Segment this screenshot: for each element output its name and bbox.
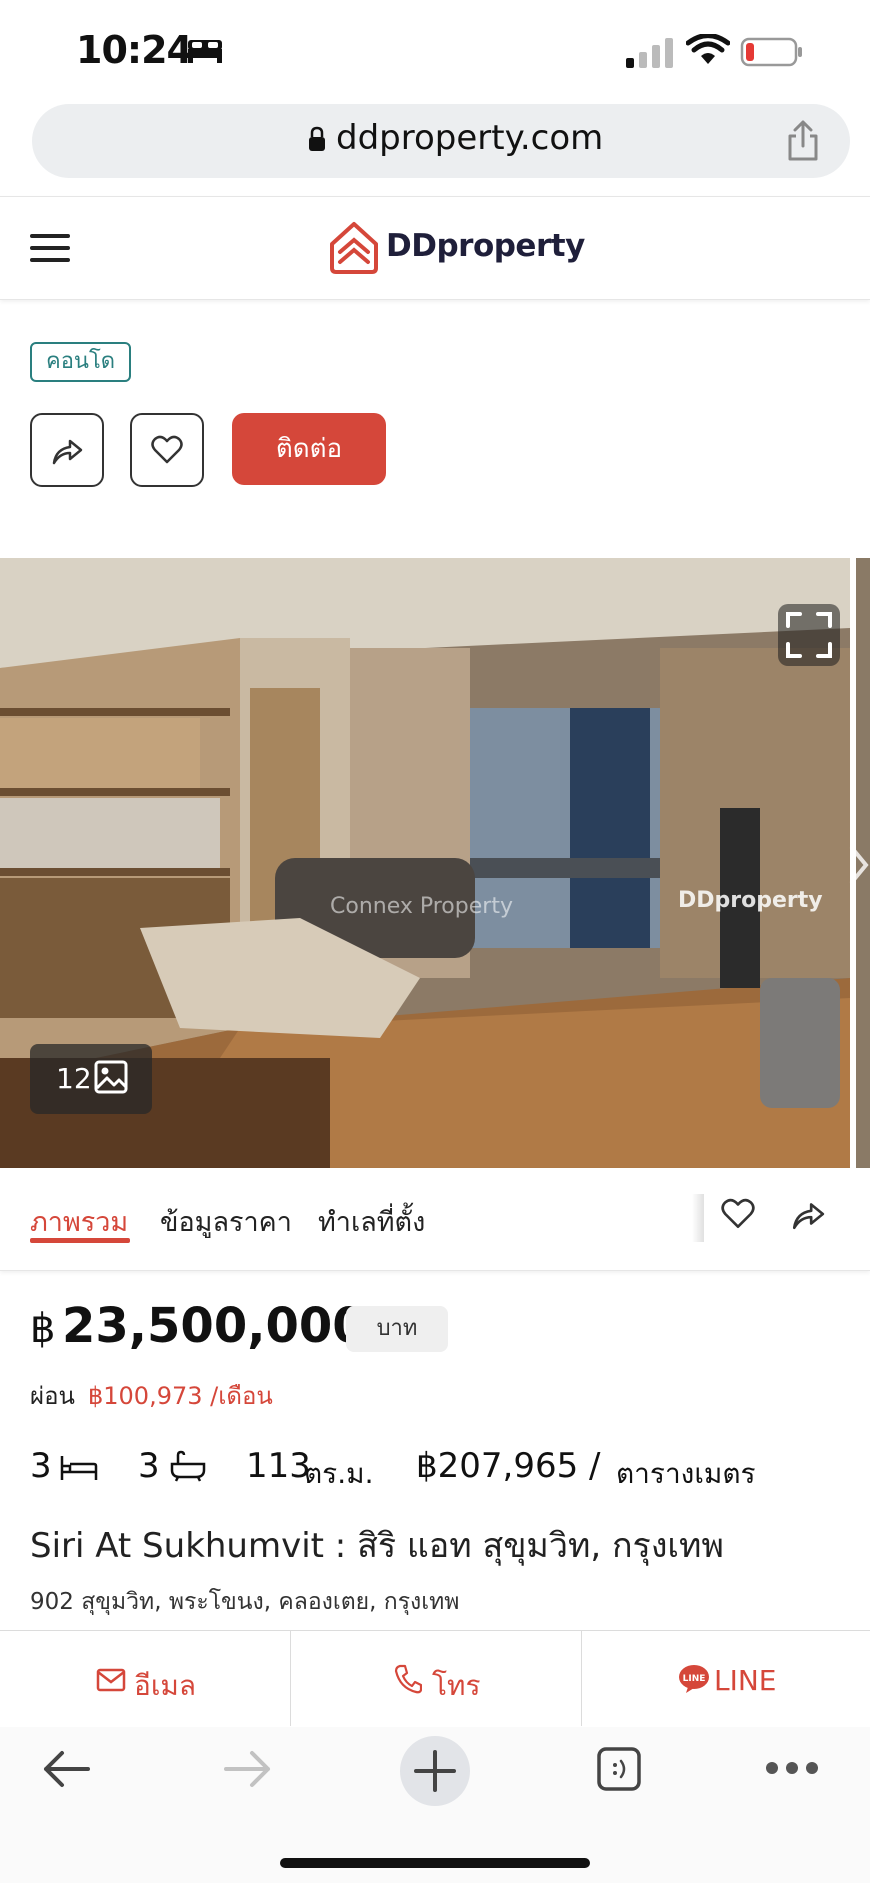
new-tab-button[interactable] — [400, 1736, 470, 1806]
more-icon[interactable] — [764, 1760, 820, 1776]
logo-icon[interactable] — [326, 220, 382, 276]
plus-icon — [414, 1750, 456, 1792]
line-icon[interactable]: LINE — [678, 1664, 710, 1694]
listing-address: 902 สุขุมวิท, พระโขนง, คลองเตย, กรุงเทพ — [30, 1589, 460, 1615]
installment-label: ผ่อน — [30, 1382, 75, 1410]
watermark-brand: DDproperty — [678, 888, 823, 913]
fullscreen-icon — [786, 612, 832, 658]
listing-price: 23,500,000 — [62, 1298, 366, 1354]
divider — [581, 1630, 582, 1726]
bath-icon — [170, 1450, 206, 1482]
tab-price-info[interactable]: ข้อมูลราคา — [160, 1200, 292, 1243]
tab-overview[interactable]: ภาพรวม — [30, 1200, 128, 1243]
divider — [290, 1630, 291, 1726]
gallery-icon — [94, 1060, 128, 1094]
home-indicator[interactable] — [280, 1858, 590, 1868]
battery-icon — [740, 37, 802, 67]
line-button[interactable]: LINE — [714, 1664, 777, 1697]
hamburger-icon[interactable] — [30, 232, 70, 264]
price-per-sqm: ฿207,965 / — [416, 1446, 601, 1486]
contact-button[interactable]: ติดต่อ — [232, 413, 386, 485]
photo-count: 12 — [56, 1062, 92, 1095]
bathroom-count: 3 — [138, 1446, 160, 1486]
watermark-agent: Connex Property — [330, 894, 513, 919]
share-button[interactable] — [30, 413, 104, 487]
currency-symbol: ฿ — [30, 1306, 56, 1352]
mail-icon[interactable] — [96, 1668, 126, 1692]
tabs-icon[interactable] — [596, 1746, 642, 1792]
bed-icon — [60, 1456, 98, 1480]
area-unit: ตร.ม. — [304, 1457, 374, 1490]
heart-icon[interactable] — [720, 1196, 756, 1232]
lock-icon — [309, 126, 325, 151]
favorite-button[interactable] — [130, 413, 204, 487]
phone-icon[interactable] — [394, 1664, 422, 1694]
url-text[interactable]: ddproperty.com — [336, 118, 603, 158]
expand-icon[interactable] — [778, 604, 840, 666]
svg-text:LINE: LINE — [683, 1674, 706, 1684]
wifi-icon — [686, 34, 730, 64]
tab-location[interactable]: ทำเลที่ตั้ง — [318, 1200, 425, 1243]
installment-value: ฿100,973 /เดือน — [88, 1382, 273, 1410]
tab-scroll-fade — [692, 1194, 704, 1242]
bed-icon — [188, 40, 222, 63]
logo-text[interactable]: DDproperty — [386, 228, 585, 264]
price-unit: บาท — [346, 1306, 448, 1352]
price-per-sqm-unit: ตารางเมตร — [616, 1457, 756, 1490]
share-icon[interactable] — [786, 118, 820, 162]
signal-icon — [626, 38, 673, 68]
property-type-tag: คอนโด — [30, 342, 132, 382]
chevron-right-icon[interactable] — [848, 840, 870, 890]
forward-arrow-icon[interactable] — [222, 1748, 274, 1790]
heart-icon — [151, 435, 183, 464]
back-arrow-icon[interactable] — [40, 1748, 92, 1790]
email-button[interactable]: อีเมล — [134, 1664, 196, 1708]
bedroom-count: 3 — [30, 1446, 52, 1486]
listing-title: Siri At Sukhumvit : สิริ แอท สุขุมวิท, ก… — [30, 1526, 724, 1566]
share-icon — [52, 439, 83, 465]
active-tab-indicator — [30, 1238, 130, 1243]
area-value: 113 — [246, 1446, 311, 1486]
call-button[interactable]: โทร — [432, 1664, 481, 1708]
status-time: 10:24 — [76, 28, 193, 72]
share-icon[interactable] — [790, 1196, 826, 1232]
